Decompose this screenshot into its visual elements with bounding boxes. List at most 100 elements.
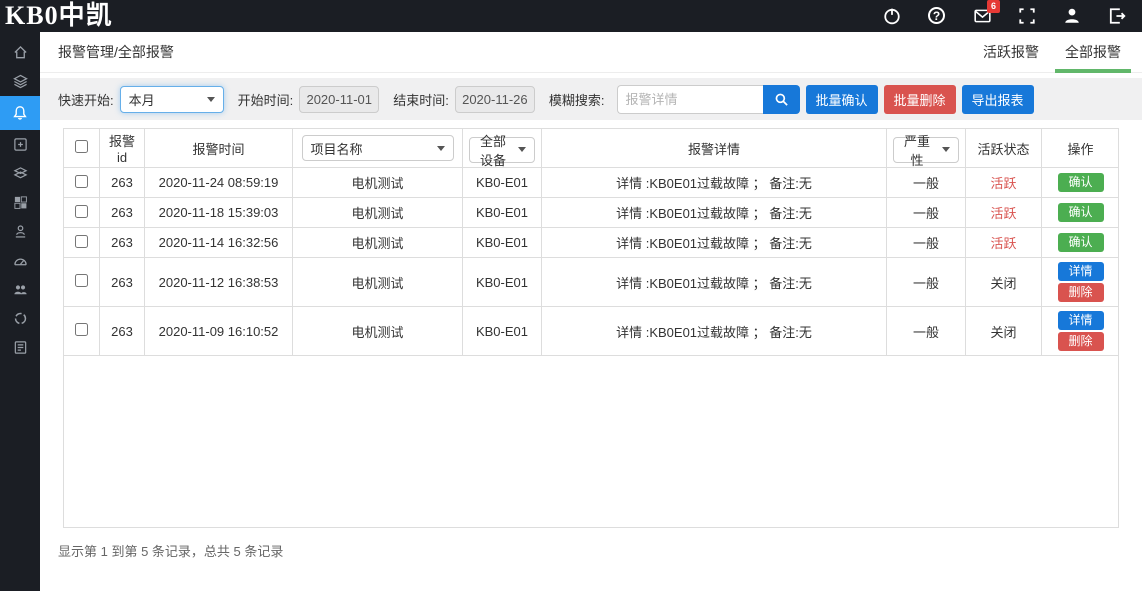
alarm-time-cell: 2020-11-14 16:32:56: [145, 228, 293, 258]
row-checkbox[interactable]: [75, 274, 88, 287]
table-row: 263 2020-11-12 16:38:53 电机测试 KB0-E01 详情 …: [64, 258, 1119, 307]
top-navbar: KB0中凯 ? 6: [0, 0, 1142, 32]
sidebar-item-grid[interactable]: [0, 188, 40, 217]
project-name-cell: 电机测试: [293, 228, 463, 258]
status-cell: 活跃: [966, 198, 1042, 228]
batch-delete-button[interactable]: 批量删除: [884, 85, 956, 114]
header-device-select-cell: 全部设备: [463, 129, 542, 168]
tab-all-alarms[interactable]: 全部报警: [1052, 32, 1134, 73]
tab-active-alarms[interactable]: 活跃报警: [970, 32, 1052, 73]
project-name-cell: 电机测试: [293, 198, 463, 228]
sidebar-item-dashboard[interactable]: [0, 246, 40, 275]
alarm-time-cell: 2020-11-09 16:10:52: [145, 307, 293, 356]
search-button[interactable]: [763, 85, 800, 114]
row-checkbox[interactable]: [75, 175, 88, 188]
batch-confirm-button[interactable]: 批量确认: [806, 85, 878, 114]
severity-cell: 一般: [887, 307, 966, 356]
header-active-status: 活跃状态: [966, 129, 1042, 168]
tab-bar: 活跃报警 全部报警: [970, 32, 1134, 73]
logout-icon[interactable]: [1108, 7, 1126, 25]
fullscreen-icon[interactable]: [1018, 7, 1036, 25]
delete-button[interactable]: 删除: [1058, 332, 1104, 351]
stack-icon: [13, 166, 28, 181]
bell-icon: [12, 105, 28, 121]
end-date-input[interactable]: [455, 86, 535, 113]
row-checkbox-cell: [64, 198, 100, 228]
alarm-detail-cell: 详情 :KB0E01过载故障 ； 备注:无: [542, 168, 887, 198]
delete-button[interactable]: 删除: [1058, 283, 1104, 302]
sidebar-item-list[interactable]: [0, 333, 40, 362]
user-icon[interactable]: [1063, 7, 1081, 25]
confirm-button[interactable]: 确认: [1058, 173, 1104, 192]
row-checkbox-cell: [64, 258, 100, 307]
table-row: 263 2020-11-24 08:59:19 电机测试 KB0-E01 详情 …: [64, 168, 1119, 198]
sidebar-item-user-location[interactable]: [0, 217, 40, 246]
table-row: 263 2020-11-14 16:32:56 电机测试 KB0-E01 详情 …: [64, 228, 1119, 258]
chevron-down-icon: [207, 97, 215, 102]
start-date-input[interactable]: [299, 86, 379, 113]
alarm-table: 报警id 报警时间 项目名称 全部设备 报警详情: [64, 129, 1119, 356]
detail-button[interactable]: 详情: [1058, 311, 1104, 330]
row-checkbox[interactable]: [75, 323, 88, 336]
confirm-button[interactable]: 确认: [1058, 203, 1104, 222]
device-select[interactable]: 全部设备: [469, 137, 535, 163]
row-checkbox-cell: [64, 228, 100, 258]
device-cell: KB0-E01: [463, 168, 542, 198]
dashboard-icon: [13, 253, 28, 268]
ring-icon: [13, 311, 28, 326]
export-report-button[interactable]: 导出报表: [962, 85, 1034, 114]
status-cell: 关闭: [966, 258, 1042, 307]
quick-select-label: 快速开始:: [58, 90, 114, 109]
sidebar-item-add-window[interactable]: [0, 130, 40, 159]
alarm-detail-cell: 详情 :KB0E01过载故障 ； 备注:无: [542, 198, 887, 228]
end-time-label: 结束时间:: [393, 90, 449, 109]
actions-cell: 确认: [1042, 198, 1119, 228]
sidebar-item-team[interactable]: [0, 275, 40, 304]
power-icon[interactable]: [883, 7, 901, 25]
project-name-cell: 电机测试: [293, 168, 463, 198]
mail-icon[interactable]: 6: [973, 7, 991, 25]
actions-cell: 确认: [1042, 228, 1119, 258]
sidebar-item-layers[interactable]: [0, 67, 40, 96]
quick-range-select[interactable]: 本月: [120, 86, 224, 113]
search-input[interactable]: [617, 85, 763, 114]
row-checkbox[interactable]: [75, 235, 88, 248]
main-content: 报警管理/全部报警 活跃报警 全部报警 快速开始: 本月 开始时间: 结束时间:…: [40, 32, 1142, 591]
help-icon[interactable]: ?: [928, 7, 946, 25]
alarm-detail-cell: 详情 :KB0E01过载故障 ； 备注:无: [542, 307, 887, 356]
confirm-button[interactable]: 确认: [1058, 233, 1104, 252]
device-cell: KB0-E01: [463, 307, 542, 356]
search-group: [617, 85, 800, 114]
filter-bar: 快速开始: 本月 开始时间: 结束时间: 模糊搜索: 批量确认 批量删除 导出报…: [40, 78, 1142, 120]
sidebar-item-ring[interactable]: [0, 304, 40, 333]
grid-icon: [13, 195, 28, 210]
team-icon: [13, 282, 28, 297]
select-all-checkbox[interactable]: [75, 140, 88, 153]
chevron-down-icon: [942, 147, 950, 152]
tab-label: 全部报警: [1065, 42, 1121, 62]
project-name-select[interactable]: 项目名称: [302, 135, 454, 161]
severity-cell: 一般: [887, 198, 966, 228]
severity-cell: 一般: [887, 258, 966, 307]
search-icon: [774, 92, 789, 107]
header-alarm-time: 报警时间: [145, 129, 293, 168]
table-row: 263 2020-11-09 16:10:52 电机测试 KB0-E01 详情 …: [64, 307, 1119, 356]
status-cell: 活跃: [966, 228, 1042, 258]
page-header: 报警管理/全部报警 活跃报警 全部报警: [40, 32, 1142, 73]
sidebar-item-home[interactable]: [0, 38, 40, 67]
project-name-cell: 电机测试: [293, 258, 463, 307]
sidebar-item-stack[interactable]: [0, 159, 40, 188]
breadcrumb: 报警管理/全部报警: [58, 42, 174, 62]
severity-select[interactable]: 严重性: [893, 137, 959, 163]
alarm-table-body: 263 2020-11-24 08:59:19 电机测试 KB0-E01 详情 …: [64, 168, 1119, 356]
navbar-icons: ? 6: [883, 7, 1142, 25]
actions-cell: 确认: [1042, 168, 1119, 198]
row-checkbox[interactable]: [75, 205, 88, 218]
left-sidebar: [0, 32, 40, 591]
chevron-down-icon: [518, 147, 526, 152]
alarm-time-cell: 2020-11-24 08:59:19: [145, 168, 293, 198]
sidebar-item-alarms[interactable]: [0, 96, 40, 130]
actions-cell: 详情删除: [1042, 307, 1119, 356]
detail-button[interactable]: 详情: [1058, 262, 1104, 281]
select-all-cell: [64, 129, 100, 168]
